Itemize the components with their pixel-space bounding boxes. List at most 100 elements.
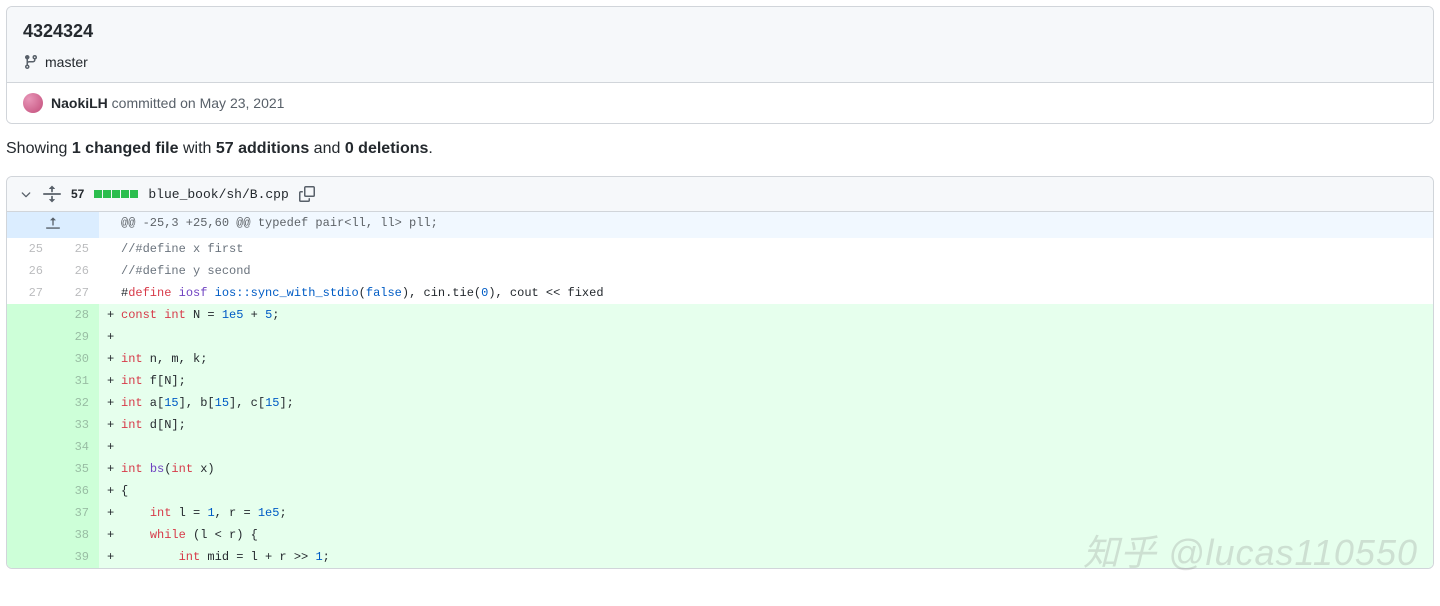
hunk-header-text: @@ -25,3 +25,60 @@ typedef pair<ll, ll> … — [99, 212, 1433, 238]
diff-marker: + — [107, 458, 114, 480]
new-line-number[interactable]: 32 — [53, 392, 99, 414]
code-cell: +int f[N]; — [99, 370, 1433, 392]
diff-marker: + — [107, 480, 114, 502]
new-line-number[interactable]: 26 — [53, 260, 99, 282]
old-line-number[interactable] — [7, 458, 53, 480]
old-line-number[interactable]: 27 — [7, 282, 53, 304]
file-path-link[interactable]: blue_book/sh/B.cpp — [148, 187, 288, 202]
commit-meta-row: NaokiLH committed on May 23, 2021 — [7, 82, 1433, 123]
diff-line: 38+ while (l < r) { — [7, 524, 1433, 546]
summary-pre: Showing — [6, 140, 72, 157]
expand-up-cell[interactable] — [7, 212, 99, 238]
hunk-header-row: @@ -25,3 +25,60 @@ typedef pair<ll, ll> … — [7, 212, 1433, 238]
code-cell: +{ — [99, 480, 1433, 502]
file-line-count: 57 — [71, 187, 84, 201]
fold-up-icon — [46, 216, 60, 230]
summary-mid1: with — [179, 140, 216, 157]
new-line-number[interactable]: 39 — [53, 546, 99, 568]
diff-marker: + — [107, 392, 114, 414]
old-line-number[interactable] — [7, 348, 53, 370]
old-line-number[interactable] — [7, 414, 53, 436]
diff-marker: + — [107, 546, 114, 568]
new-line-number[interactable]: 33 — [53, 414, 99, 436]
summary-mid2: and — [309, 140, 345, 157]
diff-line: 2626 //#define y second — [7, 260, 1433, 282]
diff-marker: + — [107, 370, 114, 392]
branch-row: master — [23, 54, 1417, 70]
diff-line: 32+int a[15], b[15], c[15]; — [7, 392, 1433, 414]
old-line-number[interactable] — [7, 326, 53, 348]
chevron-down-icon[interactable] — [19, 187, 33, 201]
diff-marker: + — [107, 436, 114, 458]
file-block: 57 blue_book/sh/B.cpp @@ -25,3 +25,60 @@… — [6, 176, 1434, 569]
new-line-number[interactable]: 37 — [53, 502, 99, 524]
diff-line: 35+int bs(int x) — [7, 458, 1433, 480]
commit-title: 4324324 — [23, 21, 1417, 42]
diff-line: 37+ int l = 1, r = 1e5; — [7, 502, 1433, 524]
old-line-number[interactable] — [7, 436, 53, 458]
summary-changed: 1 changed file — [72, 140, 179, 157]
diff-line: 39+ int mid = l + r >> 1; — [7, 546, 1433, 568]
new-line-number[interactable]: 28 — [53, 304, 99, 326]
diff-marker — [107, 282, 114, 304]
git-branch-icon — [23, 54, 39, 70]
new-line-number[interactable]: 30 — [53, 348, 99, 370]
new-line-number[interactable]: 31 — [53, 370, 99, 392]
commit-header: 4324324 master NaokiLH committed on May … — [6, 6, 1434, 124]
diff-line: 36+{ — [7, 480, 1433, 502]
diff-marker: + — [107, 502, 114, 524]
diff-table: @@ -25,3 +25,60 @@ typedef pair<ll, ll> … — [7, 212, 1433, 568]
commit-author-line: NaokiLH committed on May 23, 2021 — [51, 95, 284, 111]
diff-stat-squares — [94, 190, 138, 198]
diff-marker: + — [107, 524, 114, 546]
unfold-icon[interactable] — [43, 185, 61, 203]
code-cell: +const int N = 1e5 + 5; — [99, 304, 1433, 326]
diff-line: 2727 #define iosf ios::sync_with_stdio(f… — [7, 282, 1433, 304]
code-cell: +int bs(int x) — [99, 458, 1433, 480]
old-line-number[interactable]: 25 — [7, 238, 53, 260]
code-cell: + — [99, 436, 1433, 458]
diff-line: 31+int f[N]; — [7, 370, 1433, 392]
old-line-number[interactable] — [7, 546, 53, 568]
summary-dels: 0 deletions — [345, 140, 429, 157]
diff-line: 34 + — [7, 436, 1433, 458]
avatar[interactable] — [23, 93, 43, 113]
new-line-number[interactable]: 29 — [53, 326, 99, 348]
diff-marker: + — [107, 414, 114, 436]
diff-line: 30+int n, m, k; — [7, 348, 1433, 370]
diff-line: 28+const int N = 1e5 + 5; — [7, 304, 1433, 326]
new-line-number[interactable]: 36 — [53, 480, 99, 502]
code-cell: + int l = 1, r = 1e5; — [99, 502, 1433, 524]
diff-line: 33+int d[N]; — [7, 414, 1433, 436]
old-line-number[interactable] — [7, 304, 53, 326]
new-line-number[interactable]: 25 — [53, 238, 99, 260]
author-name[interactable]: NaokiLH — [51, 95, 108, 111]
diff-marker: + — [107, 304, 114, 326]
code-cell: +int d[N]; — [99, 414, 1433, 436]
old-line-number[interactable]: 26 — [7, 260, 53, 282]
code-cell: + int mid = l + r >> 1; — [99, 546, 1433, 568]
code-cell: + while (l < r) { — [99, 524, 1433, 546]
new-line-number[interactable]: 34 — [53, 436, 99, 458]
old-line-number[interactable] — [7, 480, 53, 502]
commit-header-top: 4324324 master — [7, 7, 1433, 82]
diff-summary: Showing 1 changed file with 57 additions… — [0, 124, 1440, 176]
new-line-number[interactable]: 38 — [53, 524, 99, 546]
new-line-number[interactable]: 35 — [53, 458, 99, 480]
code-cell: +int a[15], b[15], c[15]; — [99, 392, 1433, 414]
copy-icon[interactable] — [299, 186, 315, 202]
old-line-number[interactable] — [7, 392, 53, 414]
old-line-number[interactable] — [7, 502, 53, 524]
old-line-number[interactable] — [7, 370, 53, 392]
file-header: 57 blue_book/sh/B.cpp — [7, 177, 1433, 212]
branch-name[interactable]: master — [45, 54, 88, 70]
file-path: blue_book/sh/B.cpp — [148, 187, 288, 202]
summary-post: . — [428, 140, 432, 157]
new-line-number[interactable]: 27 — [53, 282, 99, 304]
diff-line: 2525 //#define x first — [7, 238, 1433, 260]
old-line-number[interactable] — [7, 524, 53, 546]
code-cell: + — [99, 326, 1433, 348]
summary-adds: 57 additions — [216, 140, 309, 157]
diff-line: 29+ — [7, 326, 1433, 348]
diff-marker — [107, 260, 114, 282]
